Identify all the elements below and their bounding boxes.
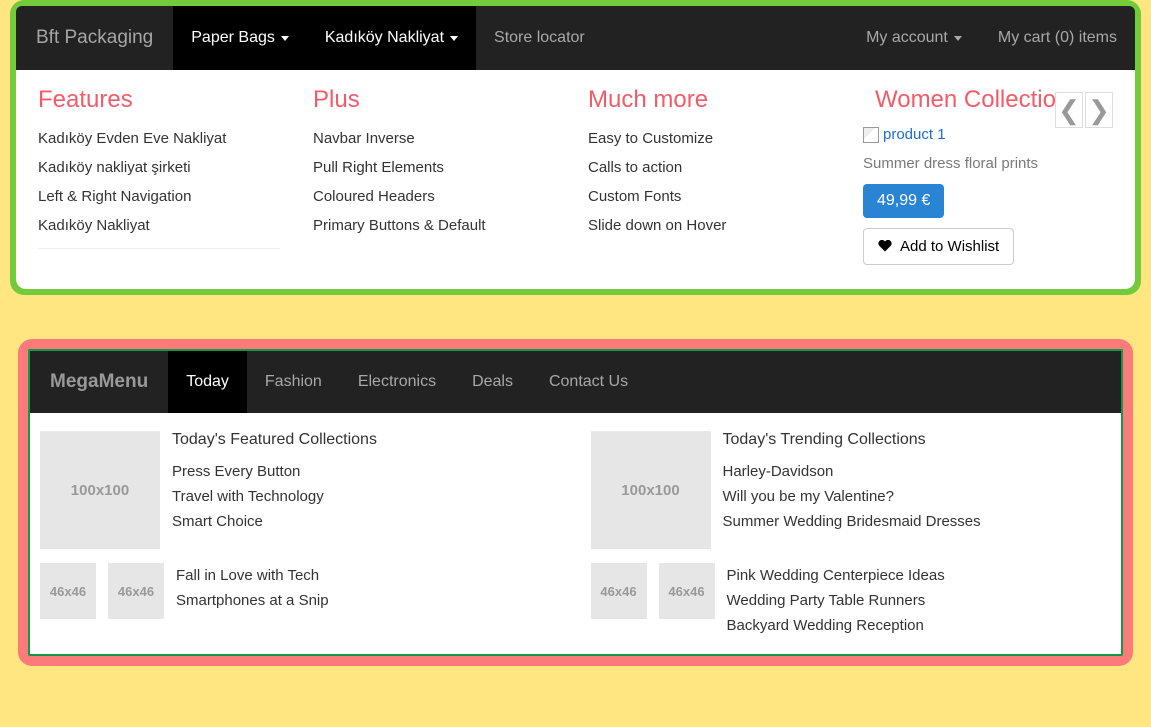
col-title: Features [38, 86, 301, 114]
product-price: 49,99 € [863, 184, 944, 218]
megamenu-bottom: 100x100 Today's Featured Collections Pre… [30, 413, 1121, 654]
nav-store-locator[interactable]: Store locator [476, 6, 603, 70]
col-product: Women Collection product 1 ❮ ❯ Summer dr… [863, 86, 1113, 265]
menu-link[interactable]: Kadıköy Evden Eve Nakliyat [38, 126, 280, 153]
carousel-prev[interactable]: ❮ [1055, 92, 1083, 128]
navbar-bottom: MegaMenu Today Fashion Electronics Deals… [30, 351, 1121, 413]
caret-icon [954, 36, 962, 41]
caret-icon [281, 36, 289, 41]
col-features: Features Kadıköy Evden Eve Nakliyat Kadı… [38, 86, 301, 265]
nav-my-cart[interactable]: My cart (0) items [980, 6, 1135, 70]
list-item[interactable]: Travel with Technology [172, 484, 377, 509]
list-item[interactable]: Will you be my Valentine? [723, 484, 981, 509]
menu-link[interactable]: Calls to action [588, 153, 851, 182]
list-block: Fall in Love with Tech Smartphones at a … [176, 563, 329, 619]
carousel-arrows: ❮ ❯ [1055, 92, 1113, 128]
menu-link[interactable]: Navbar Inverse [313, 126, 576, 153]
list-item[interactable]: Smart Choice [172, 509, 377, 534]
panel-top: Bft Packaging Paper Bags Kadıköy Nakliya… [10, 0, 1141, 295]
thumbnail-100[interactable]: 100x100 [40, 431, 160, 549]
tab-fashion[interactable]: Fashion [247, 351, 340, 413]
cart-count: 0 [1060, 29, 1069, 47]
tab-today[interactable]: Today [168, 351, 247, 413]
list-block: Today's Trending Collections Harley-Davi… [723, 431, 981, 549]
nav-label: Kadıköy Nakliyat [325, 29, 444, 47]
menu-link[interactable]: Slide down on Hover [588, 211, 851, 240]
list-item[interactable]: Wedding Party Table Runners [727, 588, 945, 613]
thumbnail-46[interactable]: 46x46 [40, 563, 96, 619]
menu-link[interactable]: Pull Right Elements [313, 153, 576, 182]
list-block: Pink Wedding Centerpiece Ideas Wedding P… [727, 563, 945, 638]
nav-my-account[interactable]: My account [848, 6, 980, 70]
chevron-left-icon: ❮ [1058, 95, 1080, 126]
thumbnail-46[interactable]: 46x46 [659, 563, 715, 619]
tab-contact[interactable]: Contact Us [531, 351, 646, 413]
add-to-wishlist-button[interactable]: Add to Wishlist [863, 228, 1014, 265]
list-item[interactable]: Pink Wedding Centerpiece Ideas [727, 563, 945, 588]
thumbnail-46[interactable]: 46x46 [108, 563, 164, 619]
nav-label: Paper Bags [191, 29, 275, 47]
thumbnail-46[interactable]: 46x46 [591, 563, 647, 619]
list-heading: Today's Trending Collections [723, 431, 981, 449]
list-item[interactable]: Backyard Wedding Reception [727, 613, 945, 638]
chevron-right-icon: ❯ [1088, 95, 1110, 126]
carousel-next[interactable]: ❯ [1085, 92, 1113, 128]
product-desc: Summer dress floral prints [863, 155, 1113, 172]
col-plus: Plus Navbar Inverse Pull Right Elements … [313, 86, 576, 265]
product-image-broken[interactable]: product 1 [863, 126, 946, 143]
menu-link[interactable]: Left & Right Navigation [38, 182, 280, 211]
col-more: Much more Easy to Customize Calls to act… [588, 86, 851, 265]
list-item[interactable]: Summer Wedding Bridesmaid Dresses [723, 509, 981, 534]
product-alt: product 1 [883, 126, 946, 143]
navbar-top: Bft Packaging Paper Bags Kadıköy Nakliya… [16, 6, 1135, 70]
heart-icon [878, 240, 892, 254]
megamenu-top: Features Kadıköy Evden Eve Nakliyat Kadı… [16, 70, 1135, 289]
brand-bottom[interactable]: MegaMenu [30, 351, 168, 413]
nav-label: My account [866, 29, 948, 47]
nav-kadikoy[interactable]: Kadıköy Nakliyat [307, 6, 476, 70]
list-heading: Today's Featured Collections [172, 431, 377, 449]
nav-paper-bags[interactable]: Paper Bags [173, 6, 307, 70]
list-block: Today's Featured Collections Press Every… [172, 431, 377, 549]
tab-deals[interactable]: Deals [454, 351, 531, 413]
menu-link[interactable]: Kadıköy Nakliyat [38, 211, 280, 240]
col-title: Plus [313, 86, 576, 114]
col-title: Much more [588, 86, 851, 114]
menu-link[interactable]: Easy to Customize [588, 126, 851, 153]
menu-link[interactable]: Coloured Headers [313, 182, 576, 211]
panel-bottom: MegaMenu Today Fashion Electronics Deals… [18, 339, 1133, 666]
menu-link[interactable]: Primary Buttons & Default [313, 211, 576, 240]
cart-prefix: My cart ( [998, 29, 1060, 47]
thumbnail-100[interactable]: 100x100 [591, 431, 711, 549]
bottom-right: 100x100 Today's Trending Collections Har… [591, 431, 1112, 638]
list-item[interactable]: Smartphones at a Snip [176, 588, 329, 613]
brand-top[interactable]: Bft Packaging [16, 6, 173, 70]
menu-link[interactable]: Kadıköy nakliyat şirketi [38, 153, 280, 182]
panel-bottom-inner: MegaMenu Today Fashion Electronics Deals… [28, 349, 1123, 656]
list-item[interactable]: Fall in Love with Tech [176, 563, 329, 588]
tab-electronics[interactable]: Electronics [340, 351, 454, 413]
broken-image-icon [863, 127, 879, 143]
wishlist-label: Add to Wishlist [900, 238, 999, 255]
cart-suffix: ) items [1069, 29, 1117, 47]
menu-link[interactable]: Custom Fonts [588, 182, 851, 211]
nav-spacer [603, 6, 848, 70]
caret-icon [450, 36, 458, 41]
bottom-left: 100x100 Today's Featured Collections Pre… [40, 431, 561, 638]
list-item[interactable]: Harley-Davidson [723, 459, 981, 484]
list-item[interactable]: Press Every Button [172, 459, 377, 484]
